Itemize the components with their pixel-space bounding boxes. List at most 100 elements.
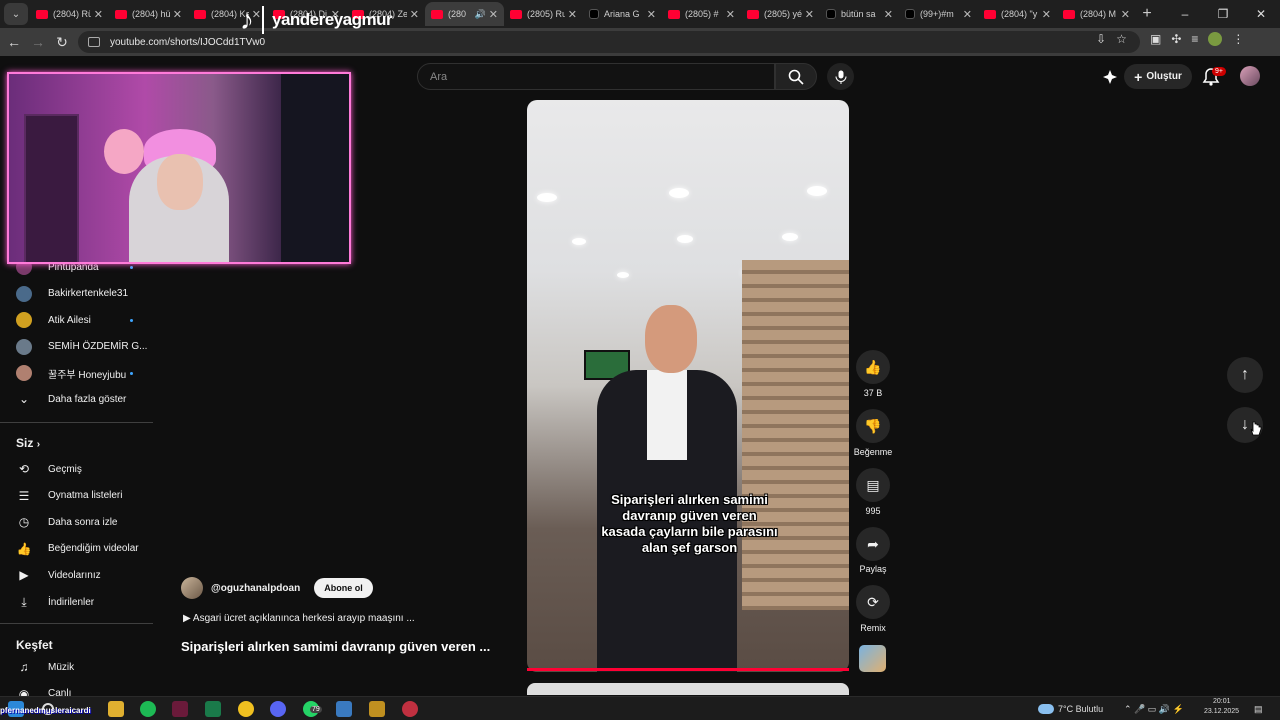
video-description[interactable]: ▶ Asgari ücret açıklanınca herkesi arayı…	[183, 613, 415, 624]
explore-item[interactable]: ♫ Müzik	[0, 654, 153, 680]
search-input[interactable]: Ara	[417, 63, 775, 90]
remix-label: Remix	[860, 623, 886, 633]
remix-button[interactable]: ⟳	[856, 585, 890, 619]
subscription-item[interactable]: 꿀주부 Honeyjubu	[0, 360, 153, 386]
speaker-icon[interactable]: 🔊	[475, 9, 486, 20]
extensions-icon[interactable]: ▣	[1150, 32, 1161, 46]
bookmark-star-icon[interactable]: ☆	[1116, 32, 1127, 46]
subscription-item[interactable]: Atik Ailesi	[0, 307, 153, 333]
close-tab-icon[interactable]: ✕	[489, 8, 498, 21]
file-explorer-icon[interactable]	[108, 701, 124, 717]
app-icon[interactable]	[172, 701, 188, 717]
you-item[interactable]: ⤓ İndirilenler	[0, 589, 153, 615]
back-button[interactable]: ←	[2, 34, 26, 50]
channel-avatar	[16, 285, 32, 302]
create-button[interactable]: + Oluştur	[1124, 64, 1192, 89]
close-tab-icon[interactable]: ✕	[1042, 8, 1051, 21]
subscribe-button[interactable]: Abone ol	[314, 578, 373, 598]
close-window-button[interactable]: ✕	[1242, 7, 1280, 21]
tab-title: (2805) yé	[764, 9, 802, 19]
app-icon[interactable]	[205, 701, 221, 717]
close-tab-icon[interactable]: ✕	[568, 8, 577, 21]
minimize-button[interactable]: –	[1166, 7, 1204, 21]
you-item[interactable]: ◷ Daha sonra izle	[0, 509, 153, 535]
weather-text[interactable]: 7°C Bulutlu	[1058, 704, 1103, 714]
spotify-icon[interactable]	[140, 701, 156, 717]
video-title[interactable]: Siparişleri alırken samimi davranıp güve…	[181, 639, 490, 654]
app-icon[interactable]	[336, 701, 352, 717]
tray-icons[interactable]: ⌃ 🎤 ▭ 🔊 ⚡	[1124, 704, 1184, 715]
like-button[interactable]: 👍	[856, 350, 890, 384]
browser-tab[interactable]: (99+)#m ✕	[899, 2, 978, 26]
browser-tab[interactable]: (2804) "y ✕	[978, 2, 1057, 26]
comments-button[interactable]: ▤	[856, 468, 890, 502]
clock-date[interactable]: 23.12.2025	[1204, 708, 1239, 715]
close-tab-icon[interactable]: ✕	[1121, 8, 1130, 21]
maximize-button[interactable]: ❐	[1204, 7, 1242, 21]
dislike-button[interactable]: 👎	[856, 409, 890, 443]
next-short-preview[interactable]	[527, 683, 849, 695]
tab-search-button[interactable]: ⌄	[4, 3, 28, 25]
url-text: youtube.com/shorts/IJOCdd1TVw0	[110, 36, 266, 48]
share-button[interactable]: ➦	[856, 527, 890, 561]
you-item-label: Videolarınız	[48, 569, 101, 581]
browser-tab[interactable]: (2804) hü ✕	[109, 2, 188, 26]
chrome-menu-icon[interactable]: ⋮	[1232, 32, 1244, 46]
channel-avatar	[16, 338, 32, 355]
address-bar[interactable]: youtube.com/shorts/IJOCdd1TVw0	[78, 31, 1140, 53]
browser-tab[interactable]: bütün sa ✕	[820, 2, 899, 26]
forward-button[interactable]: →	[26, 34, 50, 50]
puzzle-icon[interactable]: ✣	[1171, 32, 1181, 46]
close-tab-icon[interactable]: ✕	[410, 8, 419, 21]
tiktok-icon	[905, 9, 915, 19]
profile-icon[interactable]	[1208, 32, 1223, 46]
browser-tab[interactable]: (2805) Ru ✕	[504, 2, 583, 26]
close-tab-icon[interactable]: ✕	[963, 8, 972, 21]
sparkle-icon[interactable]	[1102, 69, 1118, 85]
chrome-icon[interactable]	[238, 701, 254, 717]
browser-tab[interactable]: (2804) M ✕	[1057, 2, 1136, 26]
you-item[interactable]: ▶ Videolarınız	[0, 562, 153, 588]
close-tab-icon[interactable]: ✕	[94, 8, 103, 21]
close-tab-icon[interactable]: ✕	[805, 8, 814, 21]
you-item[interactable]: ☰ Oynatma listeleri	[0, 483, 153, 509]
app-icon[interactable]	[402, 701, 418, 717]
site-info-icon[interactable]	[88, 37, 100, 47]
search-button[interactable]	[775, 63, 817, 90]
media-control-icon[interactable]: ≡	[1191, 32, 1198, 46]
clock-time[interactable]: 20:01	[1213, 698, 1231, 705]
close-tab-icon[interactable]: ✕	[647, 8, 656, 21]
you-item[interactable]: 👍 Beğendiğim videolar	[0, 536, 153, 562]
ceiling-light	[807, 186, 827, 196]
install-app-icon[interactable]: ⇩	[1096, 32, 1106, 46]
voice-search-button[interactable]	[827, 63, 854, 90]
channel-avatar[interactable]	[181, 577, 203, 599]
you-section-header[interactable]: Siz ›	[16, 436, 40, 450]
account-avatar[interactable]	[1240, 66, 1260, 86]
notification-center-icon[interactable]: ▤	[1254, 704, 1263, 715]
reload-button[interactable]: ↻	[50, 34, 74, 51]
previous-short-button[interactable]: ↑	[1227, 357, 1263, 393]
channel-name[interactable]: @oguzhanalpdoan	[211, 583, 300, 594]
subscription-item[interactable]: Bakirkertenkele31	[0, 281, 153, 307]
show-more-button[interactable]: ⌄ Daha fazla göster	[0, 386, 153, 412]
mic-icon	[835, 70, 846, 84]
you-item[interactable]: ⟲ Geçmiş	[0, 456, 153, 482]
browser-tab[interactable]: (2805) # ✕	[662, 2, 741, 26]
tab-title: (2804) hü	[132, 9, 170, 19]
sound-thumbnail[interactable]	[859, 645, 886, 672]
close-tab-icon[interactable]: ✕	[726, 8, 735, 21]
subscription-item[interactable]: SEMİH ÖZDEMİR G...	[0, 334, 153, 360]
you-item-label: Oynatma listeleri	[48, 490, 123, 502]
discord-icon[interactable]	[270, 701, 286, 717]
app-icon[interactable]	[369, 701, 385, 717]
shorts-video-player[interactable]: Siparişleri alırken samimi davranıp güve…	[527, 100, 849, 672]
close-tab-icon[interactable]: ✕	[173, 8, 182, 21]
video-progress-bar[interactable]	[527, 668, 849, 671]
browser-tab[interactable]: (280 🔊 ✕	[425, 2, 504, 26]
browser-tab[interactable]: (2805) yé ✕	[741, 2, 820, 26]
browser-tab[interactable]: Ariana G ✕	[583, 2, 662, 26]
browser-tab[interactable]: (2804) Rü ✕	[30, 2, 109, 26]
close-tab-icon[interactable]: ✕	[884, 8, 893, 21]
new-tab-button[interactable]: +	[1136, 5, 1158, 23]
